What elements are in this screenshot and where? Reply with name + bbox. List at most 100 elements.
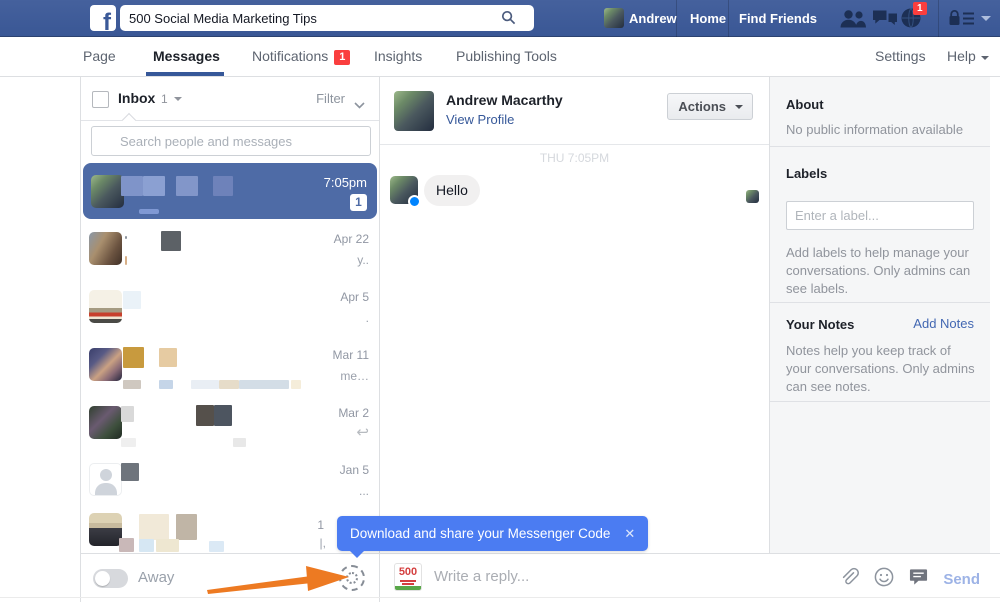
labels-title: Labels [786,166,828,181]
search-submit-button[interactable] [498,9,518,29]
divider [676,0,677,37]
select-all-checkbox[interactable] [92,91,109,108]
messenger-icon[interactable] [872,9,898,33]
divider [728,0,729,37]
avatar-default [89,463,122,496]
details-sidebar: About No public information available La… [770,77,990,553]
conversation-snippet: me… [340,369,369,383]
away-toggle-bar: Away [81,553,379,602]
labels-help-text: Add labels to help manage your conversat… [786,245,971,297]
toggle-knob [95,571,110,586]
search-icon [501,10,516,28]
conversation-date: Apr 22 [333,232,369,246]
conversation-search-input[interactable] [91,126,371,156]
inbox-title: Inbox [118,90,156,106]
filter-label[interactable]: Filter [316,91,345,106]
tab-notifications[interactable]: Notifications 1 [252,37,351,76]
notifications-badge: 1 [334,50,351,65]
reply-input[interactable]: Write a reply... [434,568,529,585]
conversation-panel: Andrew Macarthy View Profile Actions THU… [380,77,770,553]
conversation-row-selected[interactable]: 7:05pm 1 [83,163,377,219]
conversation-snippet: y.. [357,253,369,267]
inbox-panel: Inbox 1 Filter 7:05pm 1 [80,77,380,602]
facebook-logo[interactable] [90,5,116,37]
tab-publishing-tools[interactable]: Publishing Tools [456,37,557,76]
conversation-snippet: ... [358,484,369,498]
messenger-code-icon[interactable] [339,565,365,591]
avatar [89,232,122,265]
conversation-list: 7:05pm 1 Apr 22 y.. Apr 5 . Mar 11 me… M… [81,162,379,553]
tab-messages[interactable]: Messages [153,37,220,76]
conversation-date: Jan 5 [339,463,369,477]
avatar [89,513,122,546]
tooltip-close-icon[interactable]: ✕ [624,526,635,542]
conversation-row[interactable]: Mar 2 ↩ [81,394,379,452]
add-notes-link[interactable]: Add Notes [913,316,974,331]
active-tab-underline [146,72,224,76]
conversation-snippet: |, [319,536,326,550]
conversation-row[interactable]: 1 |, [81,508,379,552]
conversation-row[interactable]: Jan 5 ... [81,451,379,509]
attach-file-icon[interactable] [839,567,860,592]
facebook-page-admin: Andrew Home Find Friends 1 Page Messages… [0,0,1000,602]
account-menu-caret-icon[interactable] [981,16,991,21]
divider [770,401,990,402]
user-avatar[interactable] [604,8,624,28]
inbox-unread-count: 1 [161,92,168,106]
inbox-caret-icon[interactable] [174,97,182,101]
conversation-time: 7:05pm [323,175,367,190]
message-date-header: THU 7:05PM [539,151,610,165]
inbox-tab-notch [121,112,137,128]
top-navigation-bar: Andrew Home Find Friends 1 [0,0,1000,37]
global-search-input[interactable] [120,5,534,31]
page-bottom-edge [0,597,1000,598]
conversation-row[interactable]: Mar 11 me… [81,336,379,395]
avatar [89,348,122,381]
replied-arrow-icon: ↩ [356,424,369,441]
divider [938,0,939,37]
thread-name: Andrew Macarthy [446,92,563,108]
saved-replies-icon[interactable] [909,568,928,591]
divider [770,146,990,147]
friend-requests-icon[interactable] [840,9,866,33]
tab-settings[interactable]: Settings [875,37,926,76]
find-friends-link[interactable]: Find Friends [739,0,817,37]
privacy-shortcuts-icon[interactable] [948,10,974,32]
profile-link[interactable]: Andrew [629,0,677,37]
page-logo-avatar: 500 [394,563,422,591]
about-text: No public information available [786,122,964,137]
help-caret-icon [980,56,989,60]
emoji-icon[interactable] [874,567,894,592]
conversation-header: Andrew Macarthy View Profile Actions [380,77,769,145]
tab-help[interactable]: Help [947,37,989,76]
send-button[interactable]: Send [943,571,980,588]
page-tabs-bar: Page Messages Notifications 1 Insights Pu… [0,37,1000,77]
notification-count-badge[interactable]: 1 [913,2,927,15]
away-label: Away [138,569,175,586]
tab-insights[interactable]: Insights [374,37,422,76]
conversation-row[interactable]: Apr 22 y.. [81,220,379,279]
conversation-row[interactable]: Apr 5 . [81,278,379,337]
conversation-date: Mar 2 [338,406,369,420]
home-link[interactable]: Home [690,0,726,37]
about-title: About [786,97,824,112]
thread-avatar[interactable] [394,91,434,131]
avatar [89,290,122,323]
unread-count-badge: 1 [350,194,367,211]
conversation-date: 1 [317,518,324,532]
seen-receipt-avatar [746,190,759,203]
actions-button[interactable]: Actions [667,93,753,120]
conversation-date: Apr 5 [340,290,369,304]
avatar [89,406,122,439]
notes-help-text: Notes help you keep track of your conver… [786,343,975,395]
away-toggle[interactable] [93,569,128,588]
message-bubble: Hello [424,175,480,206]
view-profile-link[interactable]: View Profile [446,112,514,127]
messenger-source-badge [408,195,421,208]
divider [770,302,990,303]
label-input[interactable] [786,201,974,230]
tooltip-text: Download and share your Messenger Code [350,526,611,541]
reply-bar: 500 Write a reply... Send [380,553,1000,602]
filter-chevron-icon[interactable] [354,96,365,114]
tab-page[interactable]: Page [83,37,116,76]
